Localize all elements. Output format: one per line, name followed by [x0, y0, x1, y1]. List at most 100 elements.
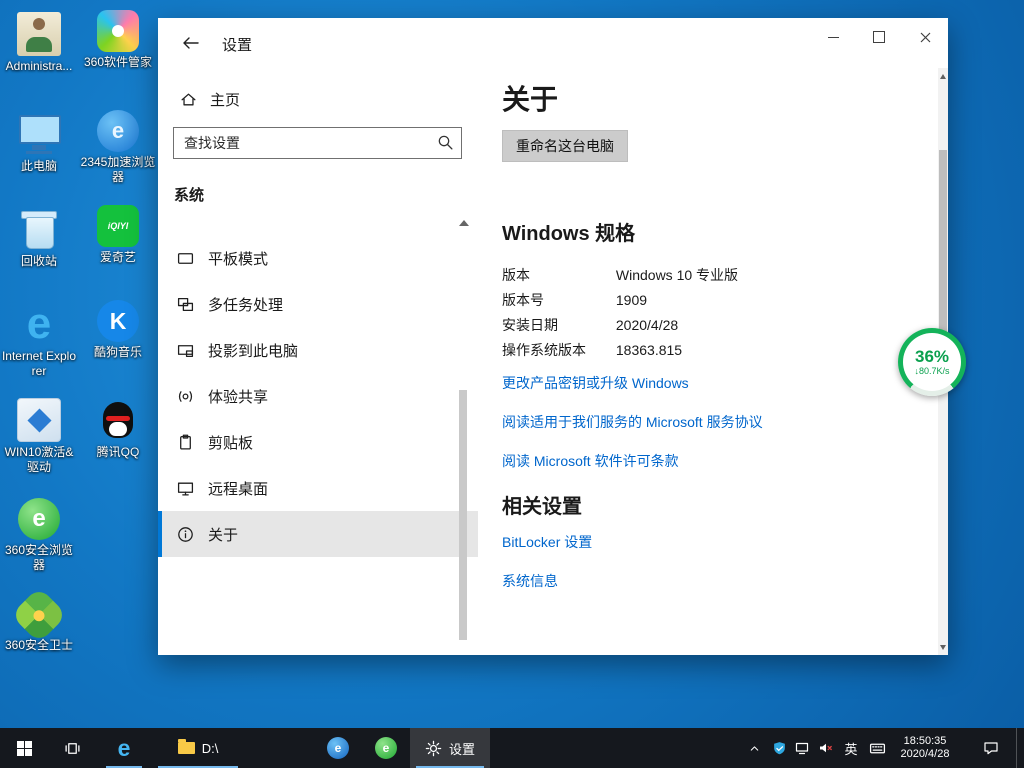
- sidebar-item-label: 剪贴板: [208, 432, 253, 453]
- 360-safe-guard-icon: [11, 587, 68, 644]
- taskbar-360-browser-button[interactable]: e: [362, 728, 410, 768]
- sidebar-item-remote-desktop[interactable]: 远程桌面: [158, 465, 478, 511]
- system-info-link[interactable]: 系统信息: [502, 571, 938, 591]
- desktop-icon-kugou-music[interactable]: 酷狗音乐: [80, 300, 156, 360]
- windows-spec-table: 版本 Windows 10 专业版 版本号 1909 安装日期 2020/4/2…: [502, 263, 938, 363]
- windows-spec-heading: Windows 规格: [502, 217, 938, 246]
- net-speed-widget[interactable]: 36% ↓80.7K/s: [898, 328, 966, 396]
- taskbar-explorer-window[interactable]: D:\: [152, 728, 244, 768]
- desktop-icon-win10-activate[interactable]: WIN10激活&驱动: [1, 398, 77, 475]
- start-button[interactable]: [0, 728, 48, 768]
- about-icon: [177, 526, 194, 543]
- change-product-key-link[interactable]: 更改产品密钥或升级 Windows: [502, 373, 938, 393]
- spec-value: 2020/4/28: [616, 317, 678, 333]
- maximize-button[interactable]: [856, 18, 902, 56]
- 2345-browser-icon: e: [327, 737, 349, 759]
- titlebar[interactable]: 设置: [158, 18, 948, 68]
- tray-network-icon[interactable]: [792, 728, 814, 768]
- desktop-icon-360-software-manager[interactable]: 360软件管家: [80, 10, 156, 70]
- sidebar-item-multitasking[interactable]: 多任务处理: [158, 281, 478, 327]
- sidebar-item-label: 体验共享: [208, 386, 268, 407]
- home-icon: [180, 91, 197, 108]
- desktop-icon-iqiyi[interactable]: 爱奇艺: [80, 205, 156, 265]
- settings-window: 设置 主页 系统: [158, 18, 948, 655]
- desktop-icon-administrator[interactable]: Administra...: [1, 12, 77, 74]
- tray-volume-icon[interactable]: [814, 728, 838, 768]
- rename-pc-button[interactable]: 重命名这台电脑: [502, 130, 628, 162]
- spec-row: 操作系统版本 18363.815: [502, 338, 938, 363]
- close-button[interactable]: [902, 18, 948, 56]
- tray-clock[interactable]: 18:50:35 2020/4/28: [892, 728, 958, 768]
- tray-security-icon[interactable]: [768, 728, 790, 768]
- settings-sidebar: 主页 系统 平板模式 多任务处理: [158, 68, 478, 655]
- shared-experiences-icon: [177, 388, 194, 405]
- tray-expand-button[interactable]: [744, 728, 764, 768]
- recycle-bin-icon: [17, 207, 61, 251]
- sidebar-item-projecting[interactable]: 投影到此电脑: [158, 327, 478, 373]
- windows-logo-icon: [17, 741, 32, 756]
- iqiyi-icon: [97, 205, 139, 247]
- settings-window-label: 设置: [449, 739, 475, 758]
- desktop-icon-tencent-qq[interactable]: 腾讯QQ: [80, 398, 156, 460]
- kugou-music-icon: [97, 300, 139, 342]
- tray-touch-keyboard[interactable]: [864, 728, 890, 768]
- explorer-window-label: D:\: [202, 741, 219, 756]
- spec-label: 版本: [502, 263, 612, 288]
- sidebar-item-about[interactable]: 关于: [158, 511, 478, 557]
- sidebar-item-label: 关于: [208, 524, 238, 545]
- memory-percent: 36%: [915, 348, 949, 366]
- desktop-icon-360-safe-guard[interactable]: 360安全卫士: [1, 595, 77, 653]
- license-terms-link[interactable]: 阅读 Microsoft 软件许可条款: [502, 451, 938, 471]
- back-button[interactable]: [170, 30, 210, 56]
- spec-row: 安装日期 2020/4/28: [502, 313, 938, 338]
- win10-activate-icon: [17, 398, 61, 442]
- desktop-icon-label: 360安全卫士: [1, 638, 77, 653]
- content-scrollbar-thumb[interactable]: [939, 150, 947, 340]
- chevron-up-icon: [748, 742, 761, 755]
- back-arrow-icon: [182, 36, 199, 50]
- spec-label: 安装日期: [502, 313, 612, 338]
- task-view-button[interactable]: [48, 728, 96, 768]
- desktop-icon-label: Administra...: [1, 59, 77, 74]
- services-agreement-link[interactable]: 阅读适用于我们服务的 Microsoft 服务协议: [502, 412, 938, 432]
- desktop-icon-360-browser[interactable]: 360安全浏览器: [1, 498, 77, 573]
- taskbar-2345-browser-button[interactable]: e: [314, 728, 362, 768]
- taskbar: D:\ e e 设置 英 18:50:35: [0, 728, 1024, 768]
- this-pc-icon: [17, 112, 61, 156]
- 360-browser-icon: e: [375, 737, 397, 759]
- language-label: 英: [844, 739, 857, 758]
- window-title: 设置: [222, 34, 252, 55]
- spec-row: 版本号 1909: [502, 288, 938, 313]
- tray-language-indicator[interactable]: 英: [840, 728, 862, 768]
- settings-search-box[interactable]: [173, 127, 462, 159]
- scroll-down-icon[interactable]: [938, 641, 948, 653]
- show-desktop-button[interactable]: [1016, 728, 1024, 768]
- desktop-icon-2345-browser[interactable]: 2345加速浏览器: [80, 110, 156, 185]
- sidebar-scrollbar-thumb[interactable]: [459, 390, 467, 640]
- sidebar-scroll-up-icon[interactable]: [459, 220, 469, 226]
- tablet-mode-icon: [177, 250, 194, 267]
- sidebar-section-title: 系统: [174, 184, 478, 205]
- bitlocker-settings-link[interactable]: BitLocker 设置: [502, 532, 938, 552]
- taskbar-ie-button[interactable]: [100, 728, 148, 768]
- sidebar-item-label: 多任务处理: [208, 294, 283, 315]
- sidebar-item-clipboard[interactable]: 剪贴板: [158, 419, 478, 465]
- search-input[interactable]: [174, 128, 461, 158]
- sidebar-item-tablet-mode[interactable]: 平板模式: [158, 235, 478, 281]
- desktop-icon-internet-explorer[interactable]: Internet Explorer: [1, 302, 77, 379]
- page-title: 关于: [502, 82, 938, 118]
- tray-time: 18:50:35: [904, 735, 947, 748]
- spec-label: 操作系统版本: [502, 338, 612, 363]
- desktop-icon-this-pc[interactable]: 此电脑: [1, 112, 77, 174]
- taskbar-settings-window[interactable]: 设置: [410, 728, 490, 768]
- action-center-button[interactable]: [970, 728, 1012, 768]
- minimize-button[interactable]: [810, 18, 856, 56]
- desktop[interactable]: Administra... 360软件管家 此电脑 2345加速浏览器 回收站 …: [0, 0, 1024, 768]
- scroll-up-icon[interactable]: [938, 70, 948, 82]
- desktop-icon-recycle-bin[interactable]: 回收站: [1, 207, 77, 269]
- sidebar-item-shared-experiences[interactable]: 体验共享: [158, 373, 478, 419]
- sidebar-item-home[interactable]: 主页: [158, 83, 478, 115]
- desktop-icon-label: 爱奇艺: [80, 250, 156, 265]
- about-page: 关于 重命名这台电脑 Windows 规格 版本 Windows 10 专业版 …: [478, 68, 938, 655]
- spec-value: 18363.815: [616, 342, 682, 358]
